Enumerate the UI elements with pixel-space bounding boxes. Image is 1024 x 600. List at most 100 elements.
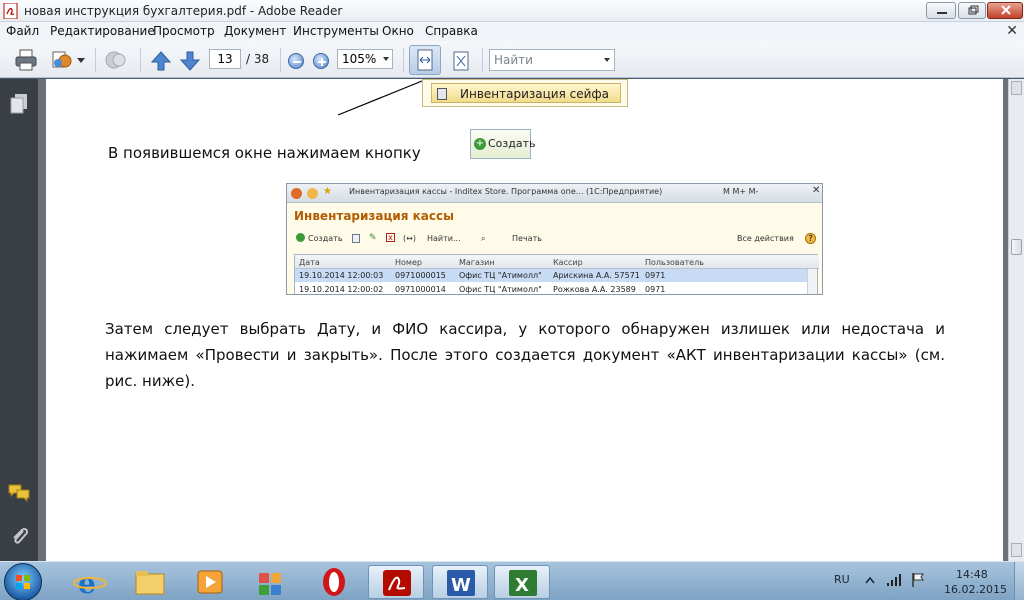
cell-user: 0971 xyxy=(645,271,666,280)
plus-circle-icon: + xyxy=(474,138,486,150)
svg-text:W: W xyxy=(451,575,471,596)
taskbar-app[interactable] xyxy=(242,565,298,599)
menu-edit[interactable]: Редактирование xyxy=(50,24,155,38)
zoom-out-button[interactable] xyxy=(288,53,304,69)
restore-button[interactable] xyxy=(958,2,986,19)
screenshot-memory-buttons: M M+ M- xyxy=(723,187,759,196)
menu-file[interactable]: Файл xyxy=(6,24,39,38)
word-icon: W xyxy=(447,570,475,596)
navigation-panel xyxy=(0,79,38,561)
taskbar-adobe-reader[interactable] xyxy=(368,565,424,599)
scroll-up-icon[interactable] xyxy=(1011,81,1022,95)
show-hidden-icons-icon[interactable] xyxy=(864,574,876,586)
language-indicator[interactable]: RU xyxy=(834,573,850,586)
taskbar-media-player[interactable] xyxy=(182,565,238,599)
menu-view[interactable]: Просмотр xyxy=(153,24,215,38)
find-input[interactable]: Найти xyxy=(489,49,615,71)
plus-icon xyxy=(318,58,326,66)
star-icon: ★ xyxy=(323,186,332,197)
pages-icon[interactable] xyxy=(9,93,29,115)
taskbar-explorer[interactable] xyxy=(122,565,178,599)
close-document-icon[interactable]: ✕ xyxy=(1006,23,1018,39)
print-icon[interactable] xyxy=(14,49,38,71)
page-number-input[interactable]: 13 xyxy=(209,49,241,69)
fit-page-icon[interactable] xyxy=(449,49,473,73)
column-number: Номер xyxy=(395,258,422,267)
taskbar-excel[interactable]: X xyxy=(494,565,550,599)
taskbar-opera[interactable] xyxy=(306,565,362,599)
close-icon: ✕ xyxy=(812,185,821,196)
document-icon xyxy=(437,88,447,100)
screenshot-table-header: Дата Номер Магазин Кассир Пользователь xyxy=(295,255,819,269)
share-icon[interactable] xyxy=(50,49,74,71)
previous-page-icon[interactable] xyxy=(151,51,171,71)
table-row: 19.10.2014 12:00:03 0971000015 Офис ТЦ "… xyxy=(295,269,807,282)
screenshot-heading: Инвентаризация кассы xyxy=(294,209,454,223)
chevron-down-icon[interactable] xyxy=(77,58,85,64)
network-icon[interactable] xyxy=(886,573,902,587)
clock-date[interactable]: 16.02.2015 xyxy=(944,583,1007,596)
taskbar-internet-explorer[interactable]: e xyxy=(62,565,118,600)
cell-cashier: Рожкова А.А. 23589 xyxy=(553,285,636,294)
zoom-in-button[interactable] xyxy=(313,53,329,69)
fit-width-icon xyxy=(417,49,433,71)
fit-width-button[interactable] xyxy=(409,45,441,75)
search-cancel-icon: ⌕ xyxy=(481,234,486,243)
zoom-select[interactable]: 105% xyxy=(337,49,393,69)
svg-text:X: X xyxy=(515,575,529,596)
cell-cashier: Арискина А.А. 57571 xyxy=(553,271,640,280)
chevron-down-icon xyxy=(604,58,610,62)
comments-icon[interactable] xyxy=(8,483,30,503)
cell-number: 0971000015 xyxy=(395,271,446,280)
main-toolbar: 13 / 38 105% Найти xyxy=(0,41,1024,78)
paragraph-2: Затем следует выбрать Дату, и ФИО кассир… xyxy=(105,320,945,390)
start-button[interactable] xyxy=(4,563,42,600)
window-title: новая инструкция бухгалтерия.pdf - Adobe… xyxy=(24,4,343,18)
windows-logo-icon xyxy=(16,575,30,589)
paragraph-1: В появившемся окне нажимаем кнопку xyxy=(108,144,421,162)
screenshot-window-title: Инвентаризация кассы - Inditex Store. Пр… xyxy=(349,187,663,196)
scroll-thumb[interactable] xyxy=(1011,239,1022,255)
show-desktop-button[interactable] xyxy=(1014,562,1024,600)
menu-document[interactable]: Документ xyxy=(224,24,286,38)
cell-user: 0971 xyxy=(645,285,666,294)
find-placeholder: Найти xyxy=(494,53,533,67)
edit-icon: ✎ xyxy=(369,233,377,243)
help-icon: ? xyxy=(805,233,816,244)
taskbar-word[interactable]: W xyxy=(432,565,488,599)
screenshot-all-actions: Все действия xyxy=(737,234,794,243)
cell-store: Офис ТЦ "Атимолл" xyxy=(459,285,542,294)
create-button-label: Создать xyxy=(488,137,536,150)
copy-icon xyxy=(352,234,360,243)
vertical-scrollbar[interactable] xyxy=(1008,79,1024,561)
close-button[interactable] xyxy=(987,2,1023,19)
collaborate-icon xyxy=(105,51,126,69)
screenshot-print: Печать xyxy=(512,234,542,243)
svg-text:e: e xyxy=(78,567,96,599)
screenshot-toolbar: Создать ✎ x (↔) Найти... ⌕ Печать Все де… xyxy=(287,228,822,250)
screenshot-titlebar: ★ Инвентаризация кассы - Inditex Store. … xyxy=(287,184,822,203)
column-date: Дата xyxy=(299,258,320,267)
cell-number: 0971000014 xyxy=(395,285,446,294)
action-center-flag-icon[interactable] xyxy=(910,572,926,588)
internet-explorer-icon: e xyxy=(73,567,107,600)
menu-help[interactable]: Справка xyxy=(425,24,478,38)
menu-tools[interactable]: Инструменты xyxy=(293,24,379,38)
minus-icon xyxy=(293,61,301,63)
embedded-screenshot: ★ Инвентаризация кассы - Inditex Store. … xyxy=(286,183,823,295)
taskbar: e W X RU 14:48 16.02.2015 xyxy=(0,561,1024,600)
attachment-icon[interactable] xyxy=(9,525,29,547)
scroll-down-icon[interactable] xyxy=(1011,543,1022,557)
menu-window[interactable]: Окно xyxy=(382,24,414,38)
minimize-button[interactable] xyxy=(926,2,956,19)
clock-time[interactable]: 14:48 xyxy=(956,568,988,581)
table-row: 19.10.2014 12:00:02 0971000014 Офис ТЦ "… xyxy=(295,283,807,294)
pointer-line xyxy=(337,80,423,116)
command-item-label: Инвентаризация сейфа xyxy=(460,87,610,101)
next-page-icon[interactable] xyxy=(180,51,200,71)
close-icon xyxy=(1001,5,1011,15)
app-logo-icon xyxy=(291,188,302,199)
cell-date: 19.10.2014 12:00:02 xyxy=(299,285,384,294)
column-store: Магазин xyxy=(459,258,495,267)
create-button-image: + Создать xyxy=(470,129,536,159)
